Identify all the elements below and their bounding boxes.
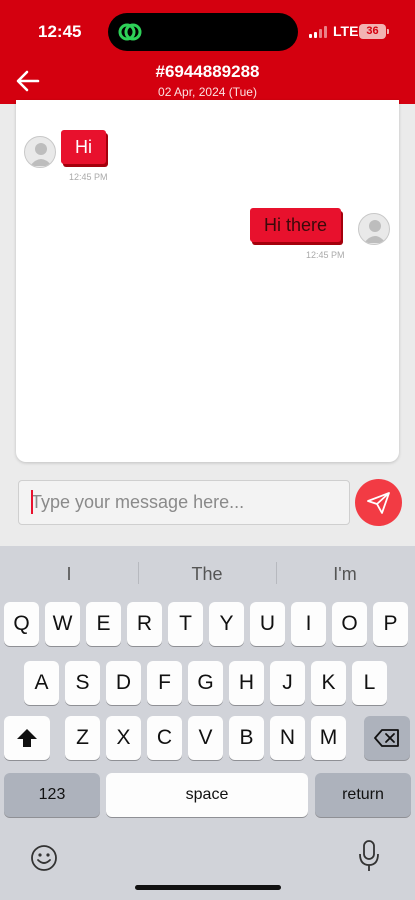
key[interactable]: W <box>45 602 80 646</box>
chat-title: #6944889288 <box>155 62 260 81</box>
user-avatar-icon <box>358 213 390 245</box>
dynamic-island <box>108 13 298 51</box>
key[interactable]: L <box>352 661 387 705</box>
key[interactable]: G <box>188 661 223 705</box>
key[interactable]: I <box>291 602 326 646</box>
key[interactable]: U <box>250 602 285 646</box>
key[interactable]: E <box>86 602 121 646</box>
battery-icon: 36 <box>359 24 389 39</box>
key[interactable]: D <box>106 661 141 705</box>
message-bubble-received: Hi <box>61 130 106 164</box>
key[interactable]: V <box>188 716 223 760</box>
home-indicator[interactable] <box>135 885 281 890</box>
suggestion-item[interactable]: The <box>138 564 276 585</box>
chat-date: 02 Apr, 2024 (Tue) <box>158 85 257 99</box>
user-avatar-icon <box>24 136 56 168</box>
chat-panel: Hi 12:45 PM Hi there 12:45 PM <box>16 100 399 462</box>
shift-key[interactable] <box>4 716 50 760</box>
microphone-icon[interactable] <box>358 839 380 873</box>
network-type: LTE <box>333 23 359 39</box>
message-input[interactable] <box>18 480 350 525</box>
suggestion-item[interactable]: I'm <box>276 564 414 585</box>
suggestion-bar: I The I'm <box>0 546 415 596</box>
key[interactable]: P <box>373 602 408 646</box>
key[interactable]: J <box>270 661 305 705</box>
key[interactable]: Y <box>209 602 244 646</box>
key[interactable]: C <box>147 716 182 760</box>
message-time: 12:45 PM <box>69 172 108 182</box>
key[interactable]: H <box>229 661 264 705</box>
send-button[interactable] <box>355 479 402 526</box>
status-time: 12:45 <box>38 22 82 41</box>
backspace-key[interactable] <box>364 716 410 760</box>
key[interactable]: X <box>106 716 141 760</box>
backspace-icon <box>374 729 399 747</box>
message-time: 12:45 PM <box>306 250 345 260</box>
text-caret <box>31 490 33 514</box>
key[interactable]: A <box>24 661 59 705</box>
message-bubble-sent: Hi there <box>250 208 342 242</box>
key[interactable]: N <box>270 716 305 760</box>
key[interactable]: K <box>311 661 346 705</box>
key[interactable]: Q <box>4 602 39 646</box>
numbers-key[interactable]: 123 <box>4 773 100 817</box>
key[interactable]: R <box>127 602 162 646</box>
key[interactable]: T <box>168 602 203 646</box>
app-link-icon <box>118 23 142 41</box>
key[interactable]: O <box>332 602 367 646</box>
shift-icon <box>17 729 37 747</box>
app-header: 12:45 LTE 36 #6944889288 02 Apr, 2024 (T… <box>0 0 415 104</box>
emoji-icon[interactable] <box>29 843 59 873</box>
return-key[interactable]: return <box>315 773 411 817</box>
space-key[interactable]: space <box>106 773 308 817</box>
key[interactable]: M <box>311 716 346 760</box>
signal-icon <box>309 26 329 38</box>
suggestion-item[interactable]: I <box>0 564 138 585</box>
key[interactable]: Z <box>65 716 100 760</box>
key[interactable]: F <box>147 661 182 705</box>
key[interactable]: S <box>65 661 100 705</box>
send-icon <box>367 492 390 514</box>
key[interactable]: B <box>229 716 264 760</box>
on-screen-keyboard: I The I'm Q W E R T Y U I O P A S D F G … <box>0 546 415 900</box>
